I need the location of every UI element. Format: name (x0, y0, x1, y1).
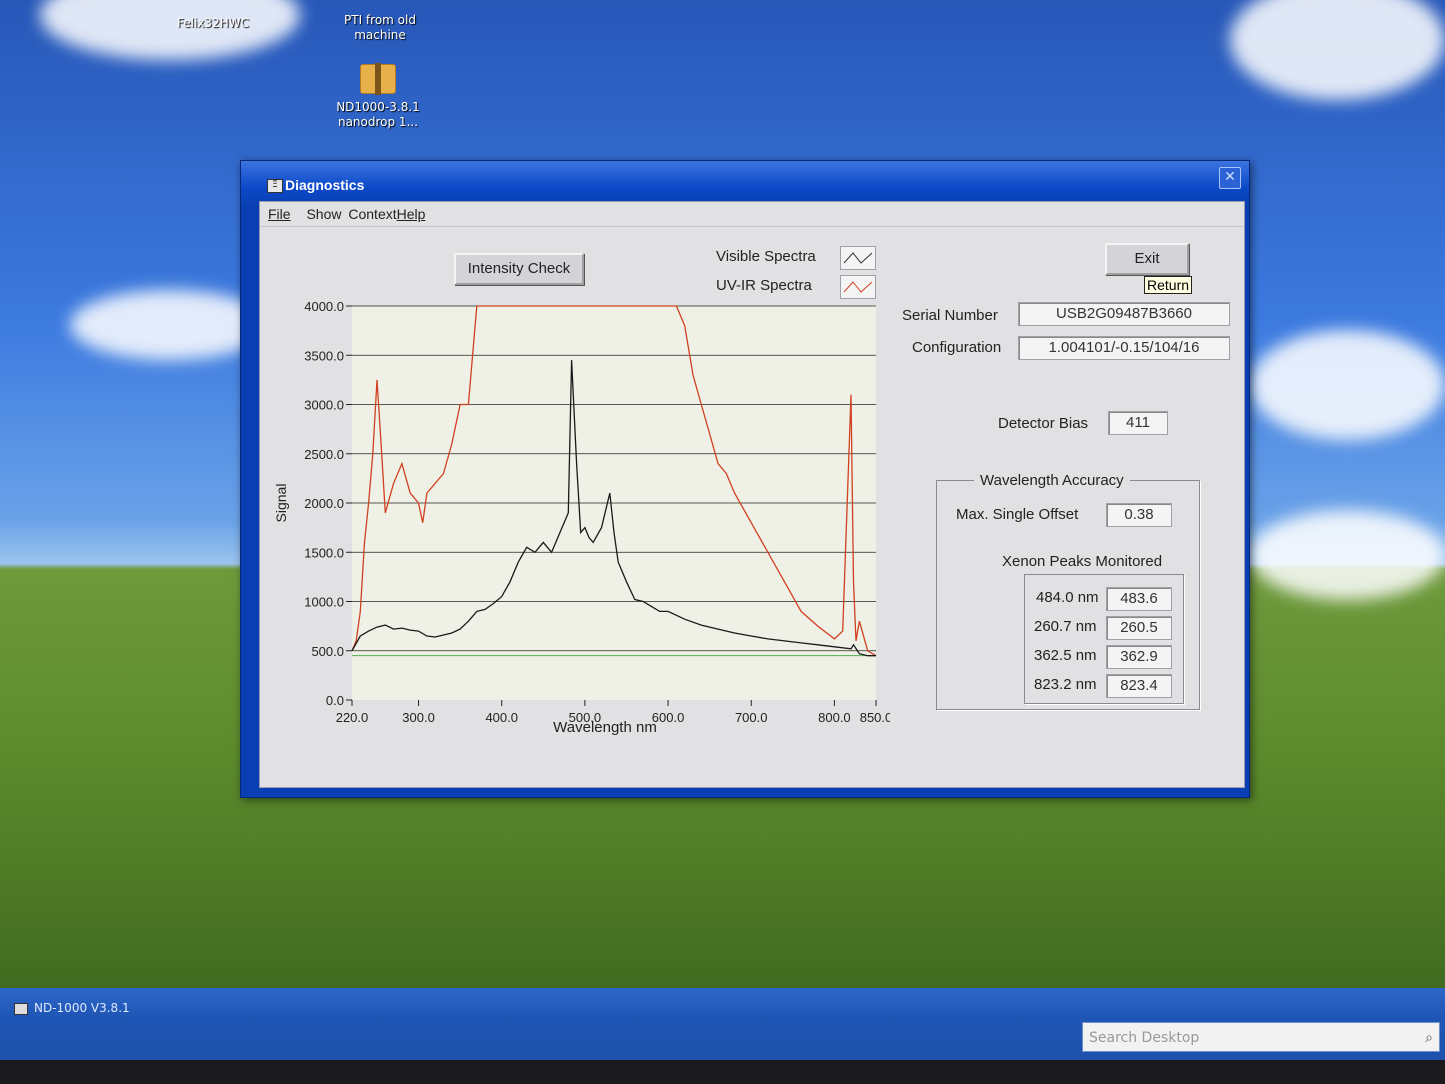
menu-file[interactable]: File (268, 206, 291, 222)
visible-spectra-line-icon (843, 252, 873, 264)
peak-nominal: 484.0 nm (1036, 589, 1099, 606)
exit-tooltip: Return (1144, 276, 1193, 294)
y-tick-label: 3000.0 (304, 398, 344, 413)
xenon-peaks-label: Xenon Peaks Monitored (1002, 553, 1163, 570)
y-axis-label: Signal (273, 484, 289, 523)
y-tick-label: 2000.0 (304, 496, 344, 511)
search-placeholder: Search Desktop (1089, 1030, 1200, 1046)
y-tick-label: 2500.0 (304, 447, 344, 462)
menu-show-label: Show (306, 206, 342, 222)
wavelength-accuracy-title: Wavelength Accuracy (974, 472, 1130, 489)
peak-measured: 362.9 (1106, 645, 1172, 669)
max-single-offset-field: 0.38 (1106, 503, 1172, 527)
detector-bias-label: Detector Bias (998, 415, 1089, 432)
x-tick-label: 400.0 (485, 710, 518, 725)
taskbar-button-label: ND-1000 V3.8.1 (34, 1001, 130, 1015)
y-tick-label: 500.0 (311, 644, 344, 659)
x-tick-label: 220.0 (336, 710, 369, 725)
configuration-label: Configuration (912, 339, 1002, 356)
cloud (1250, 510, 1445, 600)
desktop-icon-nd1000[interactable]: ND1000-3.8.1 nanodrop 1... (318, 63, 438, 130)
desktop-icon-felix[interactable]: Felix32HWC (153, 16, 273, 31)
app-icon (14, 1002, 28, 1015)
detector-bias-field: 411 (1108, 411, 1168, 435)
menu-help-label: Help (396, 206, 426, 222)
app-icon: Ξ (267, 179, 283, 193)
peak-nominal: 260.7 nm (1034, 618, 1097, 635)
window-client: File Show ContextHelp Intensity Check Vi… (259, 201, 1245, 788)
monitor-bezel (0, 1060, 1445, 1084)
max-single-offset-label: Max. Single Offset (956, 506, 1079, 523)
menu-bar: File Show ContextHelp (260, 202, 1244, 227)
configuration-field: 1.004101/-0.15/104/16 (1018, 336, 1230, 360)
y-tick-label: 1000.0 (304, 595, 344, 610)
desktop-icon-label: ND1000-3.8.1 nanodrop 1... (336, 100, 420, 129)
x-tick-label: 800.0 (818, 710, 851, 725)
desktop-icon-pti[interactable]: PTI from old machine (320, 13, 440, 43)
peak-nominal: 362.5 nm (1034, 647, 1097, 664)
exit-button-label: Exit (1134, 250, 1160, 267)
window-title: Diagnostics (285, 177, 365, 193)
exit-button[interactable]: Exit (1105, 243, 1189, 275)
x-tick-label: 700.0 (735, 710, 768, 725)
y-tick-label: 4000.0 (304, 299, 344, 314)
cloud (1250, 330, 1445, 440)
legend-visible-label: Visible Spectra (716, 248, 816, 265)
menu-context-label: Context (348, 206, 397, 222)
diagnostics-window: Ξ Diagnostics ✕ File Show ContextHelp In… (240, 160, 1250, 798)
y-tick-label: 1500.0 (304, 545, 344, 560)
close-button[interactable]: ✕ (1219, 167, 1241, 189)
peak-measured: 260.5 (1106, 616, 1172, 640)
x-tick-label: 300.0 (402, 710, 435, 725)
taskbar-button-nd1000[interactable]: ND-1000 V3.8.1 (14, 996, 164, 1020)
zip-folder-icon (360, 63, 396, 95)
peak-measured: 823.4 (1106, 674, 1172, 698)
serial-number-field: USB2G09487B3660 (1018, 302, 1230, 326)
search-desktop-input[interactable]: Search Desktop ⌕ (1082, 1022, 1440, 1052)
peak-nominal: 823.2 nm (1034, 676, 1097, 693)
peak-measured: 483.6 (1106, 587, 1172, 611)
desktop-icon-label: PTI from old machine (344, 13, 416, 42)
x-tick-label: 850.0 (860, 710, 890, 725)
serial-number-label: Serial Number (902, 307, 998, 324)
y-tick-label: 0.0 (326, 693, 344, 708)
menu-show-context-help[interactable]: Show ContextHelp (306, 206, 425, 222)
spectra-chart: 0.0 500.0 1000.0 1500.0 2000.0 2500.0 3000.0 35… (273, 299, 890, 736)
y-tick-label: 3500.0 (304, 348, 344, 363)
legend-visible-swatch (840, 246, 876, 270)
x-axis-label: Wavelength nm (553, 719, 657, 736)
cloud (1230, 0, 1445, 100)
search-icon[interactable]: ⌕ (1425, 1023, 1433, 1053)
desktop-icon-label: Felix32HWC (177, 16, 249, 30)
